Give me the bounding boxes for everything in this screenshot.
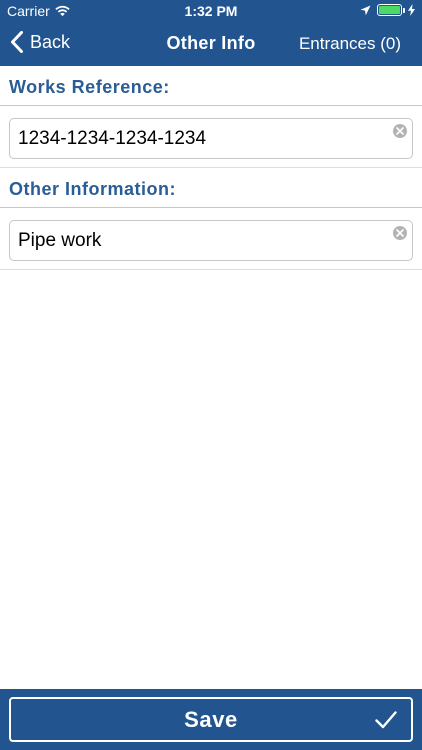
top-bar: Carrier 1:32 PM Back Other Info Entrance… (0, 0, 422, 66)
other-information-header: Other Information: (0, 168, 422, 208)
status-time: 1:32 PM (184, 3, 238, 19)
save-button[interactable]: Save (9, 697, 413, 742)
works-reference-label: Works Reference: (9, 77, 170, 97)
clear-icon[interactable] (393, 226, 407, 240)
charging-icon (408, 4, 415, 16)
location-icon (360, 5, 371, 15)
checkmark-icon (375, 711, 397, 729)
entrances-button[interactable]: Entrances (0) (299, 34, 401, 54)
works-reference-header: Works Reference: (0, 66, 422, 106)
works-reference-field[interactable] (9, 118, 413, 159)
row-divider (0, 269, 422, 270)
other-information-input[interactable] (18, 221, 378, 260)
clear-icon[interactable] (393, 124, 407, 138)
works-reference-input[interactable] (18, 119, 378, 158)
status-bar: Carrier 1:32 PM (0, 0, 422, 22)
bottom-bar: Save (0, 689, 422, 750)
save-label: Save (184, 707, 238, 732)
other-information-label: Other Information: (9, 179, 176, 199)
battery-level (379, 6, 400, 14)
battery-icon (377, 4, 405, 16)
status-right (360, 4, 415, 16)
navigation-bar: Back Other Info Entrances (0) (0, 22, 422, 66)
other-information-field[interactable] (9, 220, 413, 261)
